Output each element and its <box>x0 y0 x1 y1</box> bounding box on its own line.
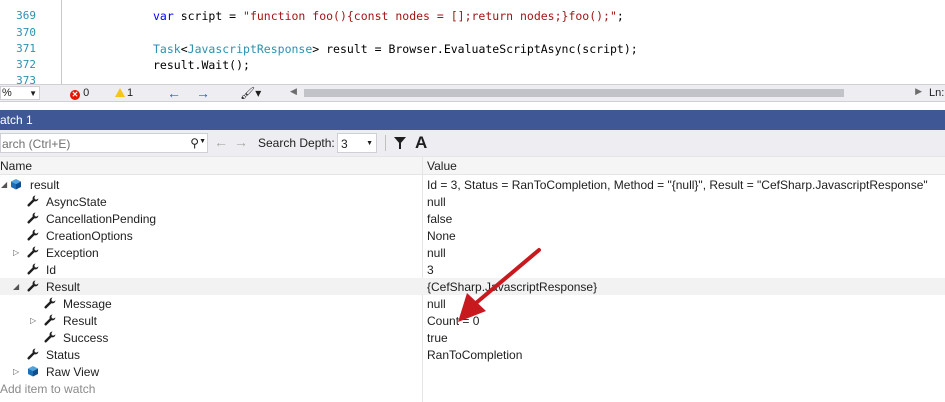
annotation-arrow <box>458 248 541 322</box>
